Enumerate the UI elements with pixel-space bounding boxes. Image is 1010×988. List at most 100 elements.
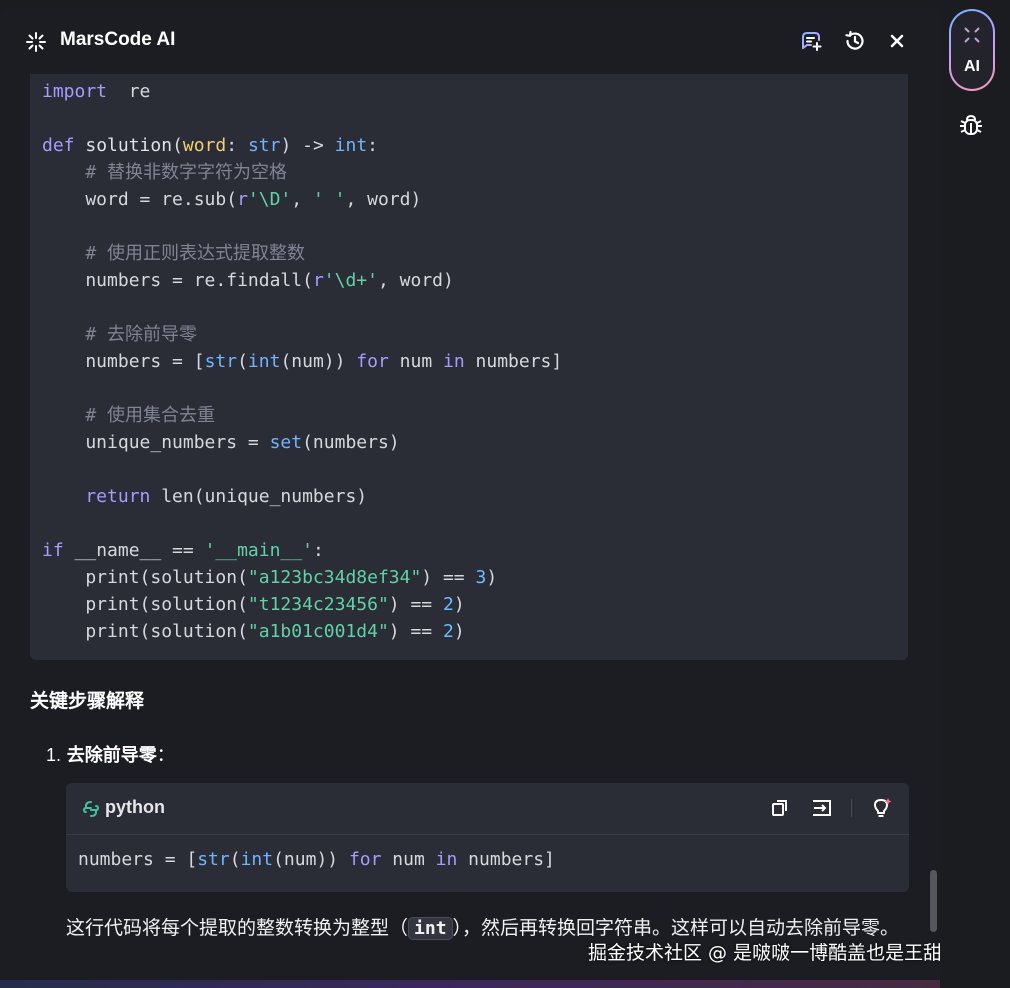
code-token: numbers] bbox=[457, 849, 555, 870]
code-line: return len(unique_numbers) bbox=[42, 483, 562, 510]
code-token: in bbox=[435, 849, 458, 870]
code-token: return bbox=[42, 486, 151, 507]
paragraph-text-before: 这行代码将每个提取的整数转换为整型（ bbox=[66, 917, 409, 939]
code-token: str bbox=[197, 849, 230, 870]
watermark: 掘金技术社区 @ 是啵啵一博酷盖也是王甜甜 bbox=[588, 942, 962, 964]
code-token: num bbox=[381, 849, 436, 870]
history-button[interactable] bbox=[842, 28, 868, 54]
code-token: ) == bbox=[388, 621, 443, 642]
code-token: str bbox=[247, 135, 281, 156]
code-token: (num)) bbox=[280, 351, 357, 372]
ai-tab-button[interactable]: AI bbox=[949, 9, 995, 91]
code-line: def solution(word: str) -> int: bbox=[42, 132, 562, 159]
code-token: numbers = re.findall( bbox=[42, 270, 313, 291]
code-token: 2 bbox=[442, 621, 454, 642]
code-snippet: python numbers = [str(int(num)) for num … bbox=[66, 783, 909, 892]
code-token: len(unique_numbers) bbox=[150, 486, 368, 507]
code-token: ( bbox=[172, 135, 183, 156]
code-token: print(solution( bbox=[42, 594, 248, 615]
code-token: , word) bbox=[377, 270, 454, 291]
copy-button[interactable] bbox=[768, 796, 792, 820]
code-line: numbers = [str(int(num)) for num in numb… bbox=[42, 348, 562, 375]
code-token: : bbox=[226, 135, 248, 156]
code-token: for bbox=[356, 351, 389, 372]
code-token: __name__ == bbox=[63, 540, 205, 561]
code-token: num bbox=[388, 351, 443, 372]
code-token: int bbox=[334, 135, 368, 156]
snippet-header: python bbox=[66, 783, 909, 835]
code-token: in bbox=[443, 351, 465, 372]
code-token: # 使用集合去重 bbox=[42, 405, 216, 426]
code-token: , bbox=[291, 189, 313, 210]
code-line: numbers = re.findall(r'\d+', word) bbox=[42, 267, 562, 294]
new-chat-button[interactable] bbox=[798, 28, 824, 54]
code-token: : bbox=[367, 135, 379, 156]
code-token: unique_numbers = bbox=[42, 432, 270, 453]
code-token: 2 bbox=[442, 594, 454, 615]
code-token: numbers = [ bbox=[42, 351, 205, 372]
close-button[interactable] bbox=[884, 28, 910, 54]
code-token: numbers = [ bbox=[78, 849, 198, 870]
code-token: '\D' bbox=[247, 189, 292, 210]
code-token: int bbox=[247, 351, 281, 372]
code-token: # 使用正则表达式提取整数 bbox=[42, 243, 306, 264]
lightbulb-icon bbox=[874, 798, 892, 817]
code-token: print(solution( bbox=[42, 621, 248, 642]
code-token: r bbox=[237, 189, 248, 210]
code-token: '\d+' bbox=[323, 270, 378, 291]
code-token: print(solution( bbox=[42, 567, 248, 588]
sparkle-icon bbox=[26, 32, 46, 52]
code-token: word bbox=[182, 135, 227, 156]
code-token: 3 bbox=[475, 567, 487, 588]
language-label: python bbox=[105, 797, 165, 817]
explain-button[interactable] bbox=[870, 796, 894, 820]
code-line: print(solution("a1b01c001d4") == 2) bbox=[42, 618, 562, 645]
code-token: ' ' bbox=[312, 189, 346, 210]
list-item: 1. 去除前导零： bbox=[46, 741, 175, 767]
ai-tab-label: AI bbox=[964, 58, 980, 75]
close-icon bbox=[890, 34, 904, 48]
new-chat-icon bbox=[802, 32, 822, 51]
code-token: # 替换非数字字符为空格 bbox=[42, 162, 288, 183]
bottom-glow bbox=[0, 980, 940, 988]
history-icon bbox=[845, 30, 864, 50]
code-content[interactable]: import re def solution(word: str) -> int:… bbox=[42, 78, 562, 645]
code-token: "a1b01c001d4" bbox=[247, 621, 389, 642]
scrollbar-thumb[interactable] bbox=[930, 870, 937, 932]
code-line: # 使用正则表达式提取整数 bbox=[42, 240, 562, 267]
debug-button[interactable] bbox=[958, 112, 984, 138]
panel-title: MarsCode AI bbox=[60, 29, 176, 50]
code-token: r bbox=[312, 270, 324, 291]
code-block: import re def solution(word: str) -> int:… bbox=[30, 74, 908, 660]
insert-code-icon bbox=[813, 800, 831, 816]
list-item-colon: ： bbox=[156, 745, 175, 766]
code-line: print(solution("a123bc34d8ef34") == 3) bbox=[42, 564, 562, 591]
code-token: "a123bc34d8ef34" bbox=[247, 567, 422, 588]
code-token: numbers] bbox=[464, 351, 563, 372]
code-line: # 替换非数字字符为空格 bbox=[42, 159, 562, 186]
code-line: import re bbox=[42, 78, 562, 105]
copy-icon bbox=[772, 800, 787, 816]
code-line: unique_numbers = set(numbers) bbox=[42, 429, 562, 456]
code-line: word = re.sub(r'\D', ' ', word) bbox=[42, 186, 562, 213]
code-token: word = re.sub( bbox=[42, 189, 238, 210]
paragraph-text-after: ），然后再转换回字符串。这样可以自动去除前导零。 bbox=[452, 917, 900, 939]
bug-icon bbox=[960, 114, 982, 135]
marscode-ai-panel: MarsCode AI import re def solution(word:… bbox=[0, 8, 940, 988]
code-token: (num)) bbox=[273, 849, 349, 870]
insert-code-button[interactable] bbox=[810, 796, 834, 820]
snippet-code[interactable]: numbers = [str(int(num)) for num in numb… bbox=[78, 849, 555, 870]
code-line: if __name__ == '__main__': bbox=[42, 537, 562, 564]
inline-code: int bbox=[408, 917, 453, 940]
code-line: # 使用集合去重 bbox=[42, 402, 562, 429]
code-token: if bbox=[42, 540, 64, 561]
code-token: str bbox=[204, 351, 238, 372]
code-token: set bbox=[269, 432, 303, 453]
code-token: re bbox=[107, 81, 151, 102]
code-token: ) bbox=[453, 594, 465, 615]
